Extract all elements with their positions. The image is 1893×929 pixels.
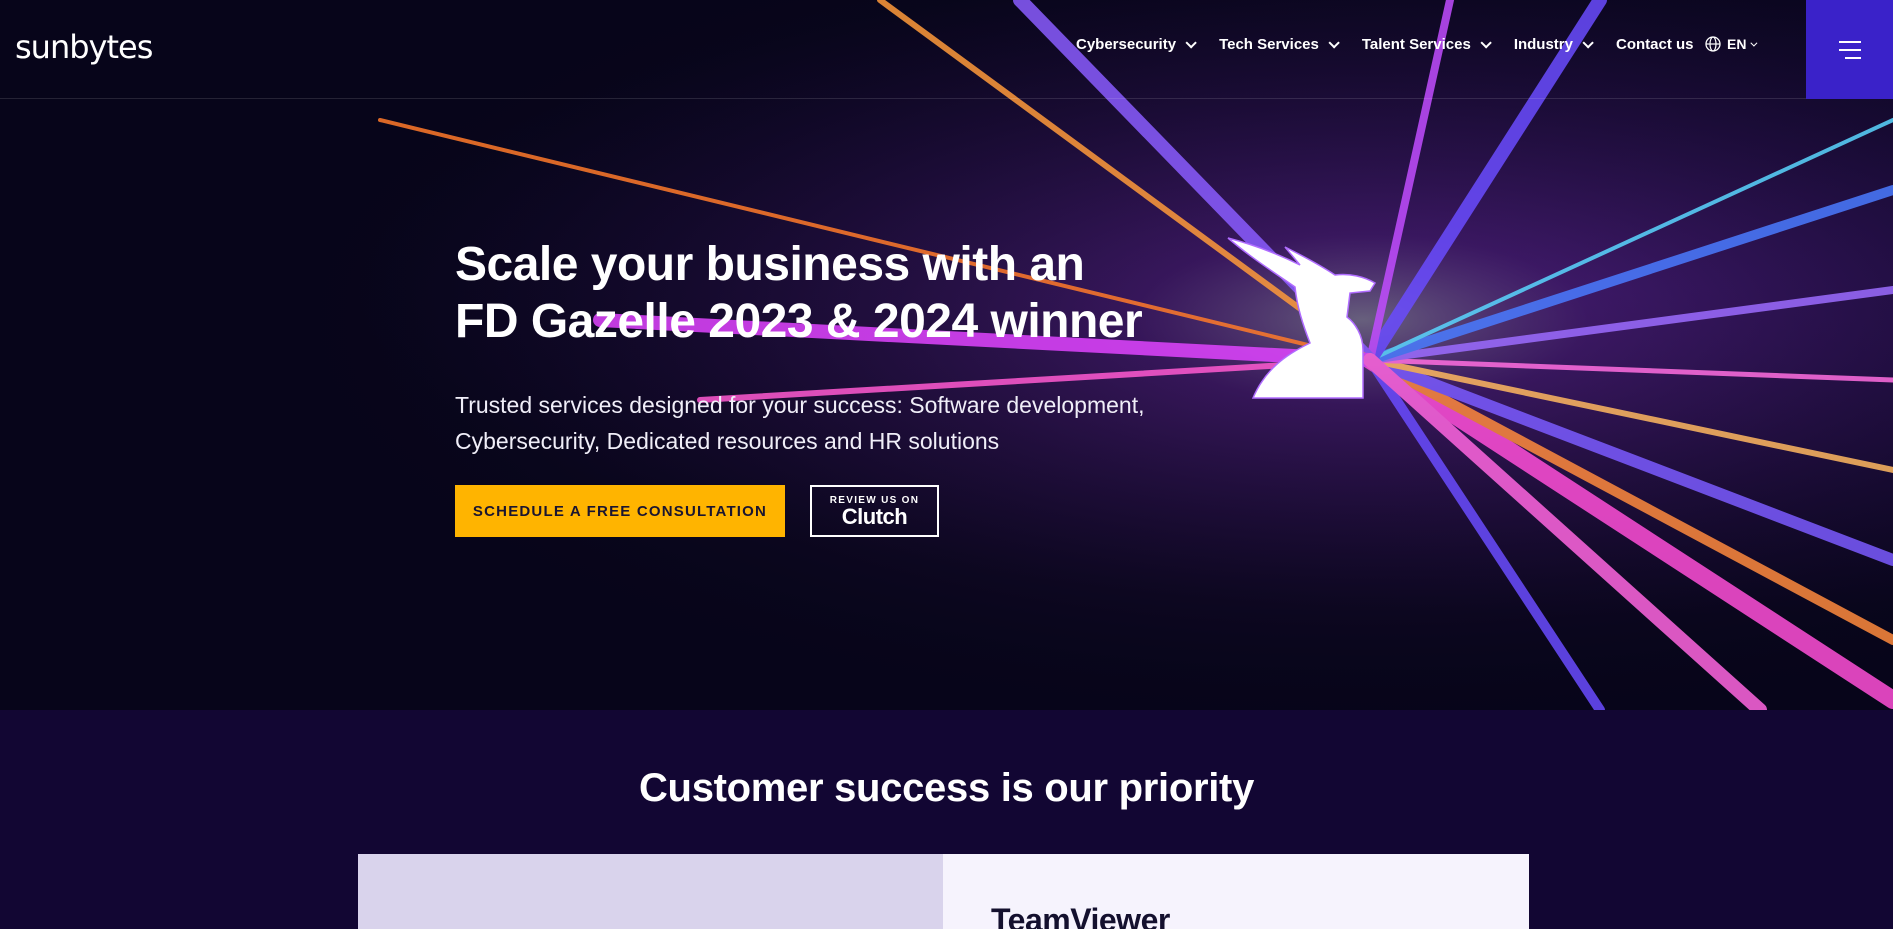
nav-label: Cybersecurity [1076, 36, 1177, 53]
customer-success-section: Customer success is our priority TeamVie… [0, 710, 1893, 929]
case-study-text-panel: TeamViewer [943, 854, 1529, 929]
hamburger-line [1844, 56, 1861, 59]
nav-label: Tech Services [1219, 36, 1319, 53]
nav-item-contact-us[interactable]: Contact us [1616, 36, 1694, 53]
hero-light-streaks [0, 0, 1893, 710]
hero-title-line-2: FD Gazelle 2023 & 2024 winner [455, 295, 1143, 348]
case-study-image-panel [358, 854, 943, 929]
hero-subtitle-line-2: Cybersecurity, Dedicated resources and H… [455, 428, 1000, 454]
chevron-down-icon [1582, 36, 1594, 49]
hero-title-line-1: Scale your business with an [455, 238, 1085, 291]
clutch-logo-text: Clutch [841, 503, 908, 529]
nav-label: Contact us [1616, 36, 1694, 53]
hero-section: Scale your business with an FD Gazelle 2… [0, 0, 1893, 710]
hero-title: Scale your business with an FD Gazelle 2… [455, 236, 1143, 350]
nav-item-cybersecurity[interactable]: Cybersecurity [1076, 36, 1197, 53]
globe-icon [1705, 36, 1721, 52]
hamburger-line [1838, 48, 1861, 51]
section-title: Customer success is our priority [638, 766, 1255, 810]
hero-subtitle: Trusted services designed for your succe… [455, 387, 1215, 459]
chevron-down-icon [1750, 39, 1758, 47]
chevron-down-icon [1185, 36, 1197, 49]
nav-label: Talent Services [1361, 36, 1471, 53]
case-study-client-name: TeamViewer [991, 902, 1170, 929]
language-label: EN [1727, 36, 1747, 52]
nav-item-talent-services[interactable]: Talent Services [1361, 36, 1492, 53]
nav-item-industry[interactable]: Industry [1513, 36, 1594, 53]
sunbytes-logo[interactable]: sunbytes [15, 28, 153, 66]
nav-label: Industry [1513, 36, 1573, 53]
chevron-down-icon [1328, 36, 1340, 49]
language-selector[interactable]: EN [1705, 36, 1758, 52]
hero-subtitle-line-1: Trusted services designed for your succe… [455, 392, 1145, 418]
schedule-consultation-button[interactable]: SCHEDULE A FREE CONSULTATION [455, 485, 785, 537]
main-nav: Cybersecurity Tech Services Talent Servi… [1076, 36, 1720, 53]
hamburger-menu-button[interactable] [1806, 0, 1893, 99]
site-header: sunbytes Cybersecurity Tech Services Tal… [0, 0, 1893, 99]
hamburger-menu-icon [1838, 40, 1861, 43]
clutch-review-button[interactable]: REVIEW US ON Clutch [810, 485, 939, 537]
gazelle-logo-icon [1227, 237, 1377, 399]
chevron-down-icon [1480, 36, 1492, 49]
nav-item-tech-services[interactable]: Tech Services [1219, 36, 1340, 53]
